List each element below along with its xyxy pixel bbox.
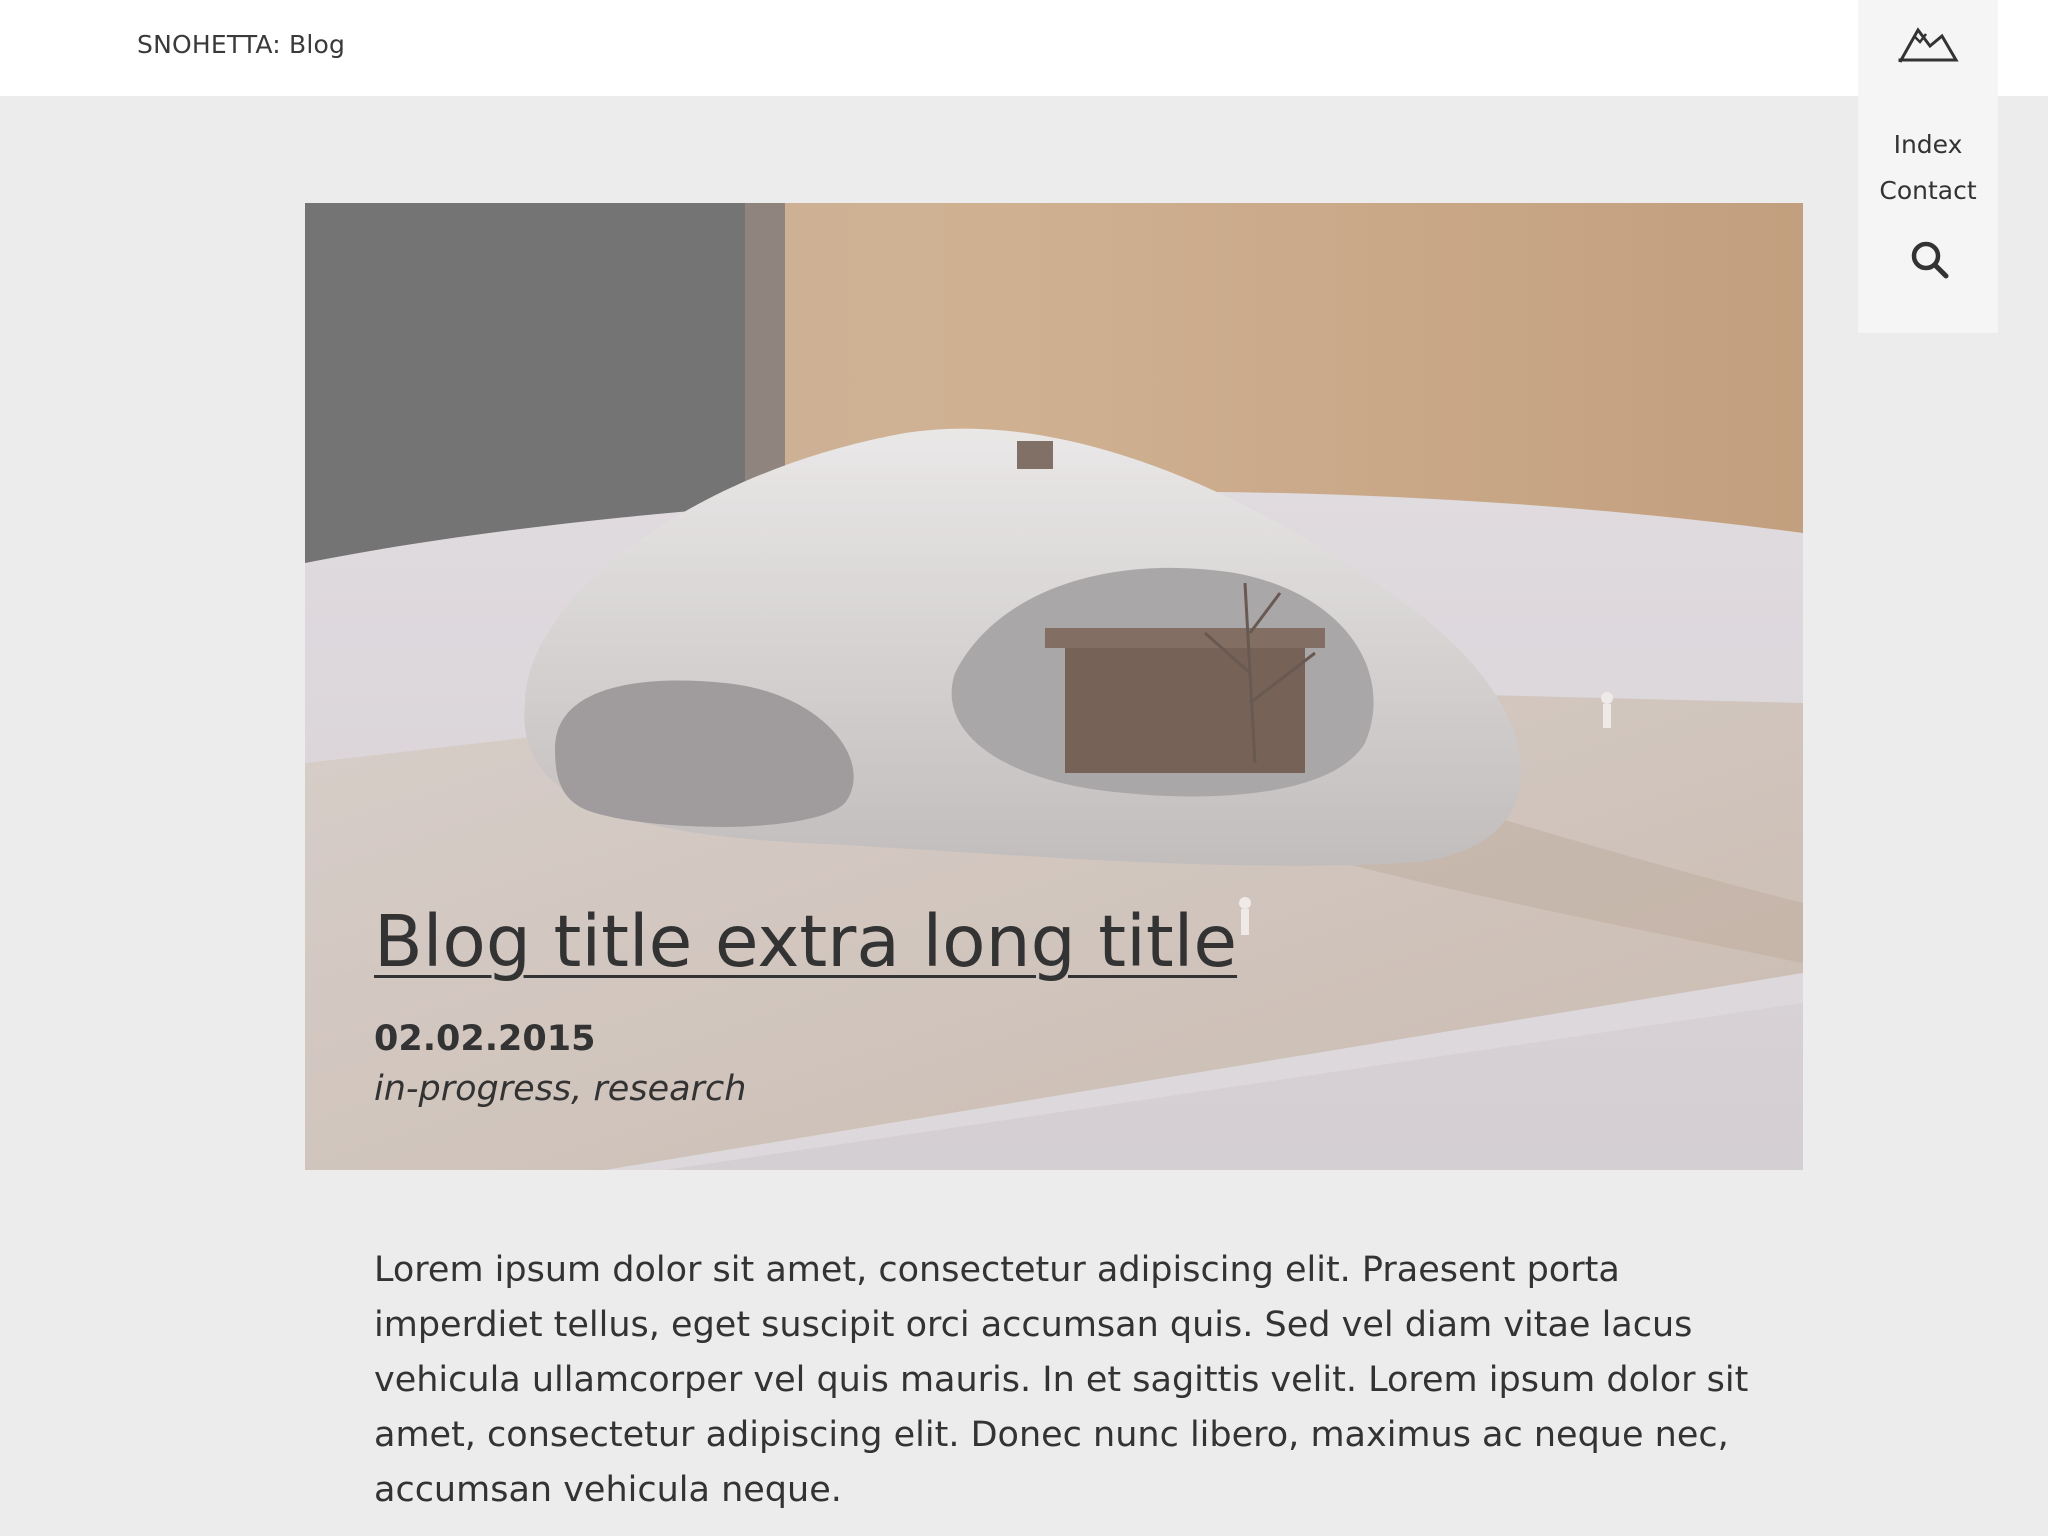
side-navigation: Index Contact [1858,0,1998,333]
post-body-text: Lorem ipsum dolor sit amet, consectetur … [374,1250,1749,1510]
mountain-logo-icon[interactable] [1896,22,1960,70]
nav-contact-link[interactable]: Contact [1858,176,1998,205]
post-date: 02.02.2015 [374,1019,596,1059]
post-title-link[interactable]: Blog title extra long title [374,902,1237,981]
top-bar: SNOHETTA: Blog [0,0,2048,96]
post-tags: in-progress, research [374,1069,747,1109]
site-title-link[interactable]: SNOHETTA: Blog [137,30,345,59]
nav-index-link[interactable]: Index [1858,130,1998,159]
hero-banner: Blog title extra long title 02.02.2015 i… [305,203,1803,1170]
search-icon[interactable] [1908,238,1950,280]
